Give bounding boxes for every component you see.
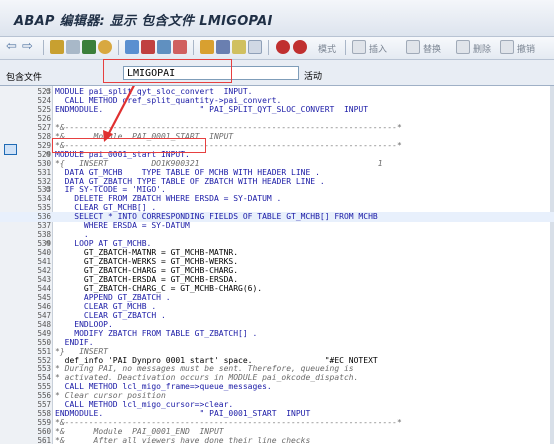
test-icon[interactable] (125, 40, 139, 54)
include-label: 包含文件 (6, 73, 43, 83)
display-object-list-icon[interactable] (157, 40, 171, 54)
toolbar-separator (193, 40, 194, 55)
window-title: ABAP 编辑器: 显示 包含文件 LMIGOPAI (14, 14, 273, 29)
undo-button[interactable]: 撤销 (517, 42, 535, 55)
application-toolbar: ⇦ ⇨ 模式 插入 替换 删除 撤销 (0, 37, 554, 60)
fold-toggle-icon[interactable]: ⊟ (46, 186, 52, 193)
bookmark-icon (4, 144, 17, 155)
insert-button[interactable]: 插入 (369, 42, 387, 55)
back-icon[interactable]: ⇦ (6, 39, 17, 54)
find-icon[interactable] (216, 40, 230, 54)
other-object-icon[interactable] (66, 40, 80, 54)
check-icon[interactable] (98, 40, 112, 54)
activate-icon[interactable] (82, 40, 96, 54)
delete-button[interactable]: 删除 (473, 42, 491, 55)
highlight-box-module (52, 138, 206, 153)
fold-toggle-icon[interactable]: ⊟ (46, 88, 52, 95)
replace-icon[interactable] (406, 40, 420, 54)
forward-icon[interactable]: ⇨ (22, 39, 33, 54)
highlight-box-include (103, 59, 232, 83)
fold-toggle-icon[interactable]: ⊟ (46, 240, 52, 247)
delete-breakpoint-icon[interactable] (293, 40, 307, 54)
title-bar: ABAP 编辑器: 显示 包含文件 LMIGOPAI (0, 0, 554, 37)
delete-icon[interactable] (456, 40, 470, 54)
toolbar-separator (118, 40, 119, 55)
pretty-printer-icon[interactable] (200, 40, 214, 54)
replace-button[interactable]: 替换 (423, 42, 441, 55)
toolbar-separator (345, 40, 346, 55)
toolbar-separator (268, 40, 269, 55)
pattern-button[interactable]: 模式 (318, 42, 336, 55)
toolbar-separator (43, 40, 44, 55)
toggle-display-change-icon[interactable] (50, 40, 64, 54)
navigation-window-icon[interactable] (173, 40, 187, 54)
include-status: 活动 (304, 72, 323, 82)
insert-icon[interactable] (352, 40, 366, 54)
where-used-icon[interactable] (141, 40, 155, 54)
help-icon[interactable] (232, 40, 246, 54)
code-editor[interactable]: 523 ⊟ MODULE pai_split_qyt_sloc_convert IN… (0, 85, 554, 444)
undo-icon[interactable] (500, 40, 514, 54)
set-breakpoint-icon[interactable] (248, 40, 262, 54)
set-external-breakpoint-icon[interactable] (276, 40, 290, 54)
